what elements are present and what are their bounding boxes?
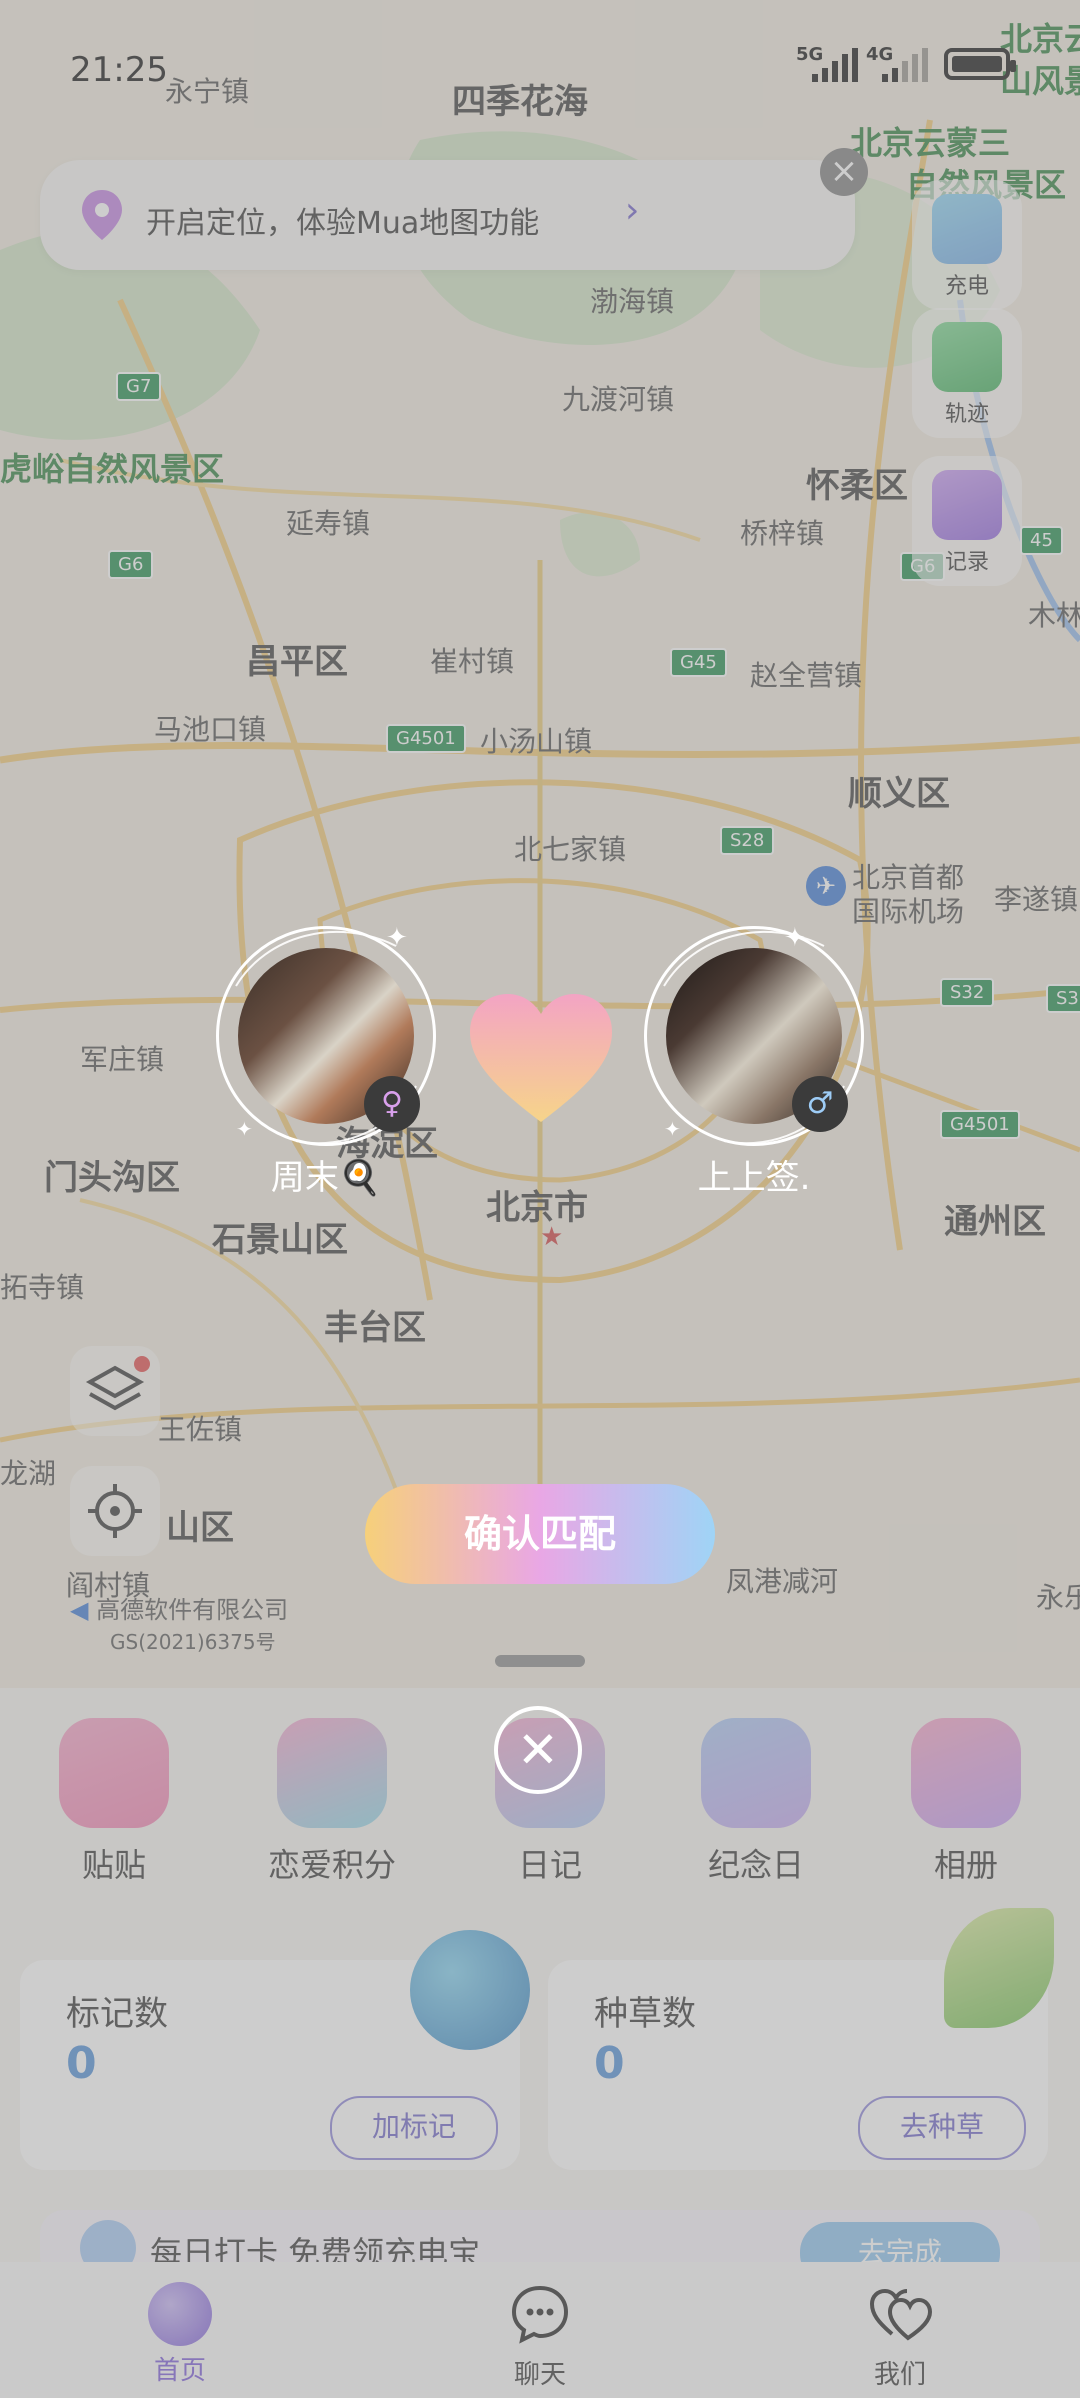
svg-text:✦: ✦ [236, 1117, 253, 1141]
avatar-right: ✦ ✦ ♂ [644, 923, 864, 1146]
modal-backdrop[interactable] [0, 0, 1080, 2398]
female-icon: ♀ [364, 1076, 420, 1132]
left-username: 周末🍳 [270, 1158, 382, 1198]
avatar-left: ✦ ✦ ♀ [216, 923, 436, 1146]
svg-text:✦: ✦ [664, 1117, 681, 1141]
male-icon: ♂ [792, 1076, 848, 1132]
heart-icon [470, 994, 612, 1122]
confirm-match-button[interactable]: 确认匹配 [365, 1484, 715, 1584]
right-username: 上上签. [697, 1158, 811, 1198]
close-modal-button[interactable]: ✕ [494, 1706, 582, 1794]
